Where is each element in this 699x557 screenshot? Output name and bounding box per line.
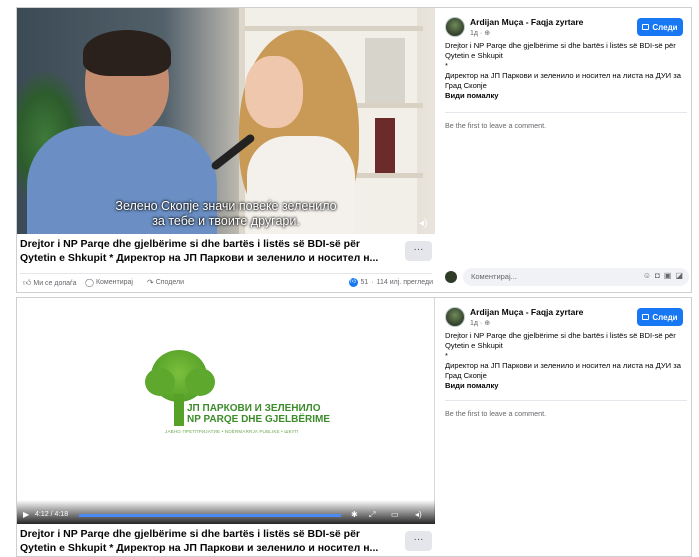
empty-comments-text: Be the first to leave a comment. <box>445 121 547 130</box>
desc-line: Град Скопје <box>445 81 487 90</box>
speaker-icon[interactable]: ◂) <box>419 218 429 229</box>
follow-icon <box>642 314 650 320</box>
share-label: Сподели <box>155 279 185 286</box>
desc-line: Qytetin e Shkupit <box>445 341 503 350</box>
more-options-button[interactable]: ··· <box>405 241 432 261</box>
comment-tools: ☺ ◘ ▣ ◪ <box>643 271 683 280</box>
post-title-line1: Drejtor i NP Parqe dhe gjelbërime si dhe… <box>20 238 361 250</box>
desc-line: Директор на ЈП Паркови и зеленило и носи… <box>445 361 681 370</box>
divider <box>445 400 687 401</box>
view-count: 114 илј. прегледи <box>376 279 433 286</box>
video-subtitle-line1: Зелено Скопје значи повеќе зеленило <box>115 199 337 213</box>
avatar[interactable] <box>445 17 465 37</box>
pip-icon[interactable]: ▭ <box>391 510 399 519</box>
like-button[interactable]: 👍︎ Ми се допаѓа <box>23 278 77 288</box>
thumbs-up-icon: 👍︎ <box>23 278 32 287</box>
video-controls: ▶ 4:12 / 4:18 ✱ ⤢ ▭ ◂) <box>17 500 435 524</box>
reaction-count[interactable]: 51 <box>361 279 369 286</box>
desc-line: Qytetin e Shkupit <box>445 51 503 60</box>
share-icon: ↷ <box>147 278 154 287</box>
comment-icon: ◯ <box>85 278 94 287</box>
sticker-icon[interactable]: ◪ <box>675 271 683 280</box>
follow-icon <box>642 24 650 30</box>
follow-button[interactable]: Следи <box>637 18 683 36</box>
see-less-link[interactable]: Види помалку <box>445 381 687 391</box>
desc-line: Drejtor i NP Parqe dhe gjelbërime si dhe… <box>445 331 676 340</box>
video-post-2: ЈП ПАРКОВИ И ЗЕЛЕНИЛО NP PARQE DHE GJELB… <box>16 297 692 557</box>
empty-comments-text: Be the first to leave a comment. <box>445 409 547 418</box>
post-description: Drejtor i NP Parqe dhe gjelbërime si dhe… <box>445 331 687 391</box>
video-post-1: Зелено Скопје значи повеќе зеленило за т… <box>16 7 692 293</box>
camera-icon[interactable]: ◘ <box>655 271 660 280</box>
comment-label: Коментирај <box>95 279 133 286</box>
like-label: Ми се допаѓа <box>33 279 77 287</box>
progress-bar[interactable] <box>79 514 341 517</box>
video-time: 4:12 / 4:18 <box>35 511 69 518</box>
stats-separator: · <box>371 279 374 286</box>
speaker-icon[interactable]: ◂) <box>415 510 422 519</box>
logo-subtext: ЈАВНО ПРЕТПРИЈАТИЕ • NDËRMARRJA PUBLIKE … <box>165 429 299 434</box>
divider <box>20 273 432 274</box>
post-description: Drejtor i NP Parqe dhe gjelbërime si dhe… <box>445 41 687 101</box>
commenter-avatar <box>445 271 457 283</box>
fullscreen-icon[interactable]: ⤢ <box>369 510 375 520</box>
play-icon[interactable]: ▶ <box>23 510 29 519</box>
progress-fill <box>79 514 341 517</box>
author-name[interactable]: Ardijan Muça - Faqja zyrtare <box>470 307 583 317</box>
post-title-line2: Qytetin e Shkupit * Директор на ЈП Парко… <box>20 252 379 264</box>
follow-label: Следи <box>652 312 678 322</box>
logo-text-mk: ЈП ПАРКОВИ И ЗЕЛЕНИЛО <box>187 403 321 414</box>
avatar[interactable] <box>445 307 465 327</box>
desc-line: Drejtor i NP Parqe dhe gjelbërime si dhe… <box>445 41 676 50</box>
share-button[interactable]: ↷ Сподели <box>147 278 184 287</box>
author-name[interactable]: Ardijan Muça - Faqja zyrtare <box>470 17 583 27</box>
video-player-2[interactable]: ЈП ПАРКОВИ И ЗЕЛЕНИЛО NP PARQE DHE GJELB… <box>17 298 435 524</box>
desc-line: * <box>445 61 448 70</box>
gif-icon[interactable]: ▣ <box>664 271 672 280</box>
post-title-line2: Qytetin e Shkupit * Директор на ЈП Парко… <box>20 542 379 554</box>
post-meta: 1д · ⊕ <box>470 30 491 37</box>
divider <box>445 112 687 113</box>
emoji-icon[interactable]: ☺ <box>643 271 651 280</box>
post-meta: 1д · ⊕ <box>470 320 491 327</box>
post-title: Drejtor i NP Parqe dhe gjelbërime si dhe… <box>20 237 390 265</box>
action-bar: 👍︎ Ми се допаѓа ◯ Коментирај ↷ Сподели 👍… <box>23 278 433 292</box>
desc-line: * <box>445 351 448 360</box>
follow-button[interactable]: Следи <box>637 308 683 326</box>
desc-line: Град Скопје <box>445 371 487 380</box>
logo-text-sq: NP PARQE DHE GJELBËRIME <box>187 414 330 425</box>
comment-button[interactable]: ◯ Коментирај <box>85 278 133 287</box>
like-reaction-icon: 👍︎ <box>348 278 358 287</box>
parks-logo: ЈП ПАРКОВИ И ЗЕЛЕНИЛО NP PARQE DHE GJELB… <box>145 348 337 438</box>
post-title: Drejtor i NP Parqe dhe gjelbërime si dhe… <box>20 527 390 555</box>
comment-input[interactable]: Коментирај... ☺ ◘ ▣ ◪ <box>463 268 689 286</box>
video-subtitle-line2: за тебе и твоите другари. <box>152 214 300 228</box>
video-player-1[interactable]: Зелено Скопје значи повеќе зеленило за т… <box>17 8 435 234</box>
comment-placeholder: Коментирај... <box>471 272 517 281</box>
post-title-line1: Drejtor i NP Parqe dhe gjelbërime si dhe… <box>20 528 361 540</box>
follow-label: Следи <box>652 22 678 32</box>
settings-icon[interactable]: ✱ <box>351 510 358 519</box>
see-less-link[interactable]: Види помалку <box>445 91 687 101</box>
more-options-button[interactable]: ··· <box>405 531 432 551</box>
desc-line: Директор на ЈП Паркови и зеленило и носи… <box>445 71 681 80</box>
post-stats: 👍︎ 51 · 114 илј. прегледи <box>348 278 433 287</box>
